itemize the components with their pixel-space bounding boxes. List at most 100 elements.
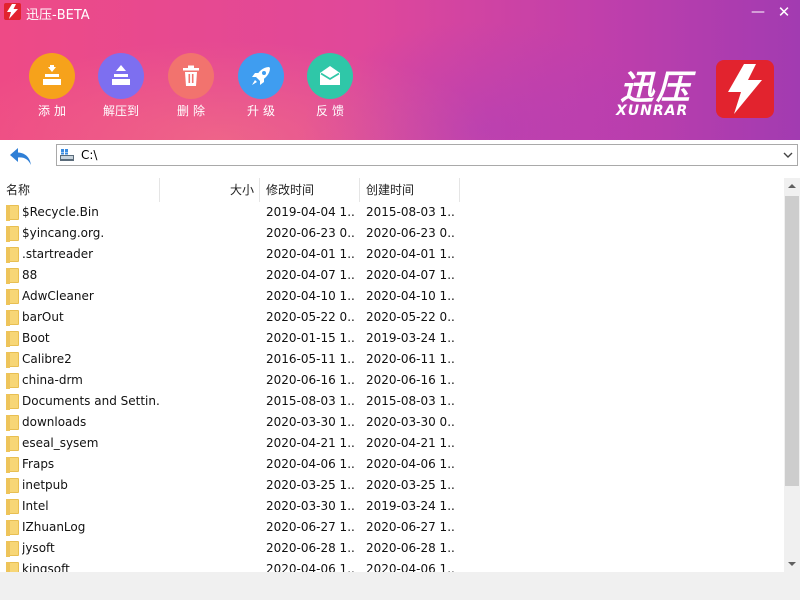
table-row[interactable]: AdwCleaner 2020-04-10 1... 2020-04-10 1... bbox=[0, 286, 784, 307]
file-list: 名称 大小 修改时间 创建时间 $Recycle.Bin 2019-04-04 1… bbox=[0, 178, 784, 572]
file-modified: 2020-03-30 1... bbox=[266, 499, 356, 513]
table-row[interactable]: IZhuanLog 2020-06-27 1... 2020-06-27 1... bbox=[0, 517, 784, 538]
file-created: 2015-08-03 1... bbox=[366, 205, 456, 219]
file-name: AdwCleaner bbox=[22, 289, 94, 303]
file-created: 2020-04-07 1... bbox=[366, 268, 456, 282]
folder-icon bbox=[6, 415, 19, 431]
file-rows: $Recycle.Bin 2019-04-04 1... 2015-08-03 1.… bbox=[0, 202, 784, 572]
file-modified: 2019-04-04 1... bbox=[266, 205, 356, 219]
table-row[interactable]: inetpub 2020-03-25 1... 2020-03-25 1... bbox=[0, 475, 784, 496]
path-combobox[interactable]: C:\ bbox=[56, 144, 798, 166]
upgrade-label: 升级 bbox=[246, 104, 279, 118]
brand-logo: 迅压 XUNRAR bbox=[614, 60, 784, 124]
table-row[interactable]: Fraps 2020-04-06 1... 2020-04-06 1... bbox=[0, 454, 784, 475]
folder-icon bbox=[6, 373, 19, 389]
table-row[interactable]: china-drm 2020-06-16 1... 2020-06-16 1... bbox=[0, 370, 784, 391]
app-logo-icon bbox=[4, 3, 21, 20]
table-row[interactable]: Boot 2020-01-15 1... 2019-03-24 1... bbox=[0, 328, 784, 349]
file-modified: 2020-06-16 1... bbox=[266, 373, 356, 387]
file-created: 2020-06-23 0... bbox=[366, 226, 456, 240]
file-name: kingsoft bbox=[22, 562, 70, 572]
table-row[interactable]: $Recycle.Bin 2019-04-04 1... 2015-08-03 1.… bbox=[0, 202, 784, 223]
delete-label: 删除 bbox=[176, 104, 209, 118]
file-created: 2019-03-24 1... bbox=[366, 331, 456, 345]
upgrade-button[interactable]: 升级 bbox=[231, 53, 291, 119]
table-row[interactable]: jysoft 2020-06-28 1... 2020-06-28 1... bbox=[0, 538, 784, 559]
feedback-button[interactable]: 反馈 bbox=[300, 53, 360, 119]
file-modified: 2015-08-03 1... bbox=[266, 394, 356, 408]
table-row[interactable]: eseal_sysem 2020-04-21 1... 2020-04-21 1..… bbox=[0, 433, 784, 454]
folder-icon bbox=[6, 352, 19, 368]
table-row[interactable]: kingsoft 2020-04-06 1... 2020-04-06 1... bbox=[0, 559, 784, 572]
file-modified: 2020-04-01 1... bbox=[266, 247, 356, 261]
rocket-icon bbox=[238, 53, 284, 99]
table-row[interactable]: $yincang.org. 2020-06-23 0... 2020-06-23 0… bbox=[0, 223, 784, 244]
folder-icon bbox=[6, 226, 19, 242]
folder-icon bbox=[6, 289, 19, 305]
brand-name-en: XUNRAR bbox=[616, 103, 689, 119]
file-name: downloads bbox=[22, 415, 87, 429]
column-divider[interactable] bbox=[159, 178, 160, 202]
table-row[interactable]: Calibre2 2016-05-11 1... 2020-06-11 1... bbox=[0, 349, 784, 370]
file-name: Intel bbox=[22, 499, 49, 513]
file-modified: 2020-06-27 1... bbox=[266, 520, 356, 534]
file-created: 2020-04-10 1... bbox=[366, 289, 456, 303]
add-archive-icon bbox=[29, 53, 75, 99]
folder-icon bbox=[6, 205, 19, 221]
lightning-logo-icon bbox=[716, 60, 774, 118]
file-name: inetpub bbox=[22, 478, 68, 492]
table-row[interactable]: downloads 2020-03-30 1... 2020-03-30 0... bbox=[0, 412, 784, 433]
file-modified: 2020-04-21 1... bbox=[266, 436, 356, 450]
minimize-button[interactable]: — bbox=[748, 2, 768, 22]
title-bar: 迅压-BETA — ✕ bbox=[0, 0, 800, 24]
vertical-scrollbar[interactable] bbox=[784, 178, 800, 572]
column-created[interactable]: 创建时间 bbox=[366, 178, 414, 202]
folder-icon bbox=[6, 268, 19, 284]
scroll-up-icon[interactable] bbox=[784, 178, 800, 195]
file-modified: 2020-04-10 1... bbox=[266, 289, 356, 303]
column-size[interactable]: 大小 bbox=[230, 178, 254, 202]
back-button[interactable] bbox=[8, 146, 34, 168]
extract-button[interactable]: 解压到 bbox=[91, 53, 151, 119]
file-created: 2020-04-06 1... bbox=[366, 562, 456, 572]
file-modified: 2020-05-22 0... bbox=[266, 310, 356, 324]
column-modified[interactable]: 修改时间 bbox=[266, 178, 314, 202]
add-button[interactable]: 添加 bbox=[22, 53, 82, 119]
delete-button[interactable]: 删除 bbox=[161, 53, 221, 119]
file-modified: 2020-04-07 1... bbox=[266, 268, 356, 282]
table-row[interactable]: Intel 2020-03-30 1... 2019-03-24 1... bbox=[0, 496, 784, 517]
table-row[interactable]: .startreader 2020-04-01 1... 2020-04-01 1.… bbox=[0, 244, 784, 265]
file-created: 2020-04-01 1... bbox=[366, 247, 456, 261]
file-name: Documents and Settin... bbox=[22, 394, 160, 408]
scroll-thumb[interactable] bbox=[785, 196, 799, 486]
table-row[interactable]: 88 2020-04-07 1... 2020-04-07 1... bbox=[0, 265, 784, 286]
file-modified: 2020-04-06 1... bbox=[266, 457, 356, 471]
file-name: Calibre2 bbox=[22, 352, 72, 366]
file-created: 2020-06-27 1... bbox=[366, 520, 456, 534]
chevron-down-icon[interactable] bbox=[781, 148, 795, 162]
status-bar bbox=[0, 572, 800, 600]
column-name[interactable]: 名称 bbox=[6, 178, 30, 202]
folder-icon bbox=[6, 520, 19, 536]
brand-name-cn: 迅压 bbox=[620, 68, 692, 108]
path-text: C:\ bbox=[81, 148, 98, 162]
close-button[interactable]: ✕ bbox=[774, 2, 794, 22]
folder-icon bbox=[6, 394, 19, 410]
file-created: 2020-05-22 0... bbox=[366, 310, 456, 324]
scroll-down-icon[interactable] bbox=[784, 555, 800, 572]
table-row[interactable]: Documents and Settin... 2015-08-03 1... 20… bbox=[0, 391, 784, 412]
file-name: eseal_sysem bbox=[22, 436, 99, 450]
column-divider[interactable] bbox=[259, 178, 260, 202]
folder-icon bbox=[6, 436, 19, 452]
column-header: 名称 大小 修改时间 创建时间 bbox=[0, 178, 784, 202]
file-modified: 2020-04-06 1... bbox=[266, 562, 356, 572]
column-divider[interactable] bbox=[359, 178, 360, 202]
file-created: 2020-06-28 1... bbox=[366, 541, 456, 555]
file-name: barOut bbox=[22, 310, 64, 324]
file-modified: 2020-01-15 1... bbox=[266, 331, 356, 345]
file-name: $yincang.org. bbox=[22, 226, 105, 240]
column-divider[interactable] bbox=[459, 178, 460, 202]
file-modified: 2020-03-25 1... bbox=[266, 478, 356, 492]
table-row[interactable]: barOut 2020-05-22 0... 2020-05-22 0... bbox=[0, 307, 784, 328]
file-modified: 2020-06-28 1... bbox=[266, 541, 356, 555]
